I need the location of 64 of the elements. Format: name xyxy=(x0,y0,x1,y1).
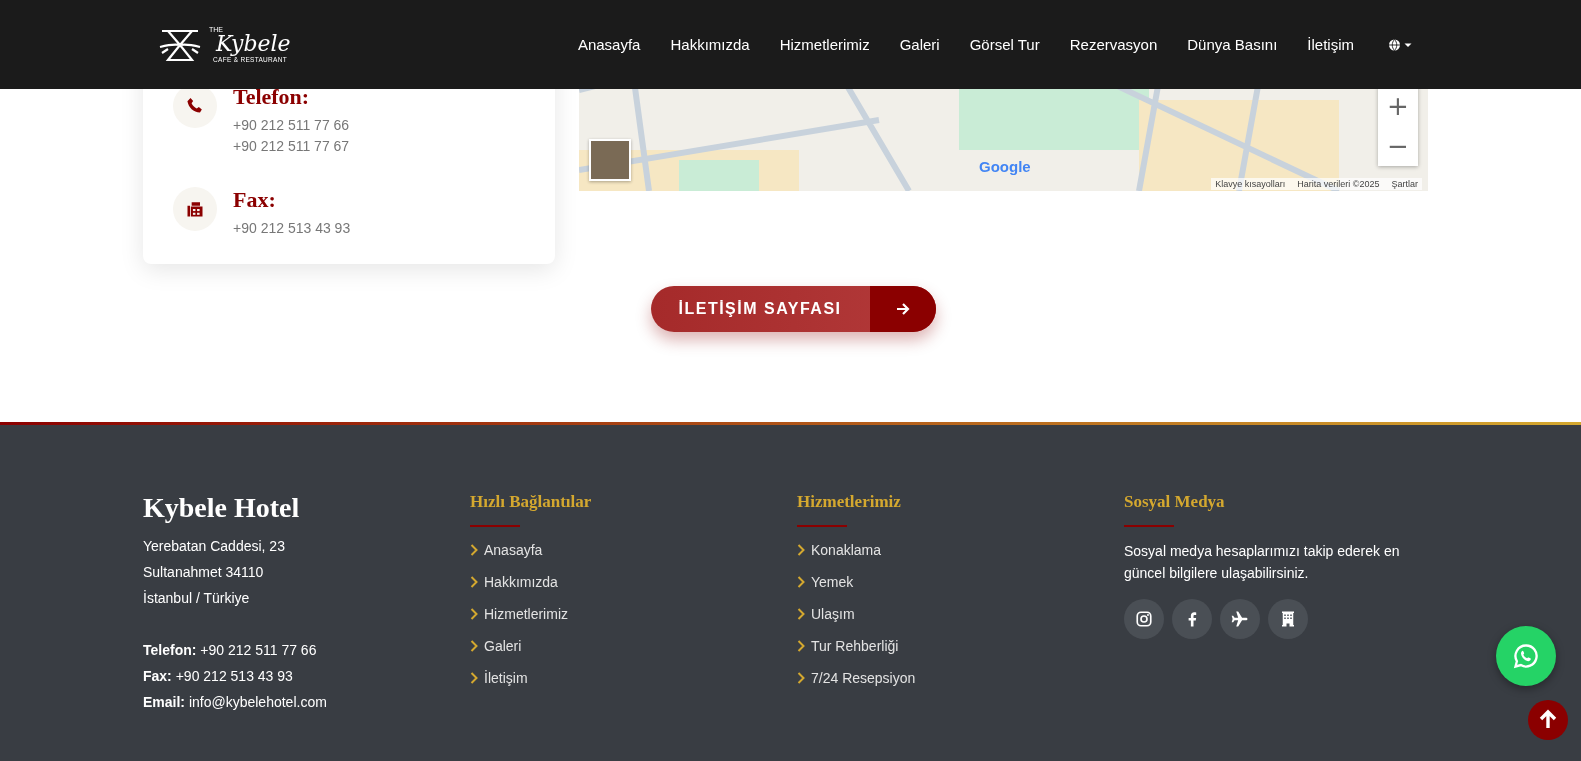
contact-text: +90 212 511 77 67 xyxy=(233,137,350,156)
arrow-right-icon xyxy=(895,303,910,315)
nav-link[interactable]: İletişim xyxy=(1307,36,1354,53)
whatsapp-icon xyxy=(1512,642,1540,670)
column-heading: Sosyal Medya xyxy=(1124,491,1226,513)
map-attribution[interactable]: Klavye kısayolları xyxy=(1215,179,1286,189)
chevron-right-icon xyxy=(797,608,805,620)
footer-link[interactable]: Tur Rehberliği xyxy=(797,636,899,656)
column-heading: Hizmetlerimiz xyxy=(797,491,902,513)
social-description: Sosyal medya hesaplarımızı takip ederek en güncel bilgilere ulaşabilirsiniz. xyxy=(1124,542,1401,583)
nav-link[interactable]: Galeri xyxy=(899,36,940,53)
social-button[interactable] xyxy=(1124,599,1164,639)
map-logo: Google xyxy=(979,158,1031,175)
contact-heading: Fax: xyxy=(233,187,277,213)
social-button[interactable] xyxy=(1172,599,1212,639)
contact-text: +90 212 511 77 66 xyxy=(233,116,350,135)
contact-line: Telefon: +90 212 511 77 66 xyxy=(143,641,318,660)
footer-link[interactable]: İletişim xyxy=(470,668,528,688)
contact-text: +90 212 513 43 93 xyxy=(233,219,351,238)
map-attribution[interactable]: Harita verileri ©2025 xyxy=(1297,179,1380,189)
contact-page-button[interactable]: İLETİŞİM SAYFASI xyxy=(650,286,936,332)
plane-icon xyxy=(1230,609,1250,629)
footer-link[interactable]: Hizmetlerimiz xyxy=(470,604,568,624)
contact-line: Fax: +90 212 513 43 93 xyxy=(143,667,294,686)
contact-line: Email: info@kybelehotel.com xyxy=(143,693,328,712)
address-line: Yerebatan Caddesi, 23 xyxy=(143,537,286,556)
nav-link[interactable]: Hakkımızda xyxy=(670,36,750,53)
address-line: İstanbul / Türkiye xyxy=(143,589,251,608)
footer-link[interactable]: Galeri xyxy=(470,636,522,656)
chevron-right-icon xyxy=(470,640,478,652)
zoom-button[interactable]: + xyxy=(1378,86,1418,126)
social-button[interactable] xyxy=(1268,599,1308,639)
footer-link[interactable]: 7/24 Resepsiyon xyxy=(797,668,916,688)
chevron-right-icon xyxy=(797,640,805,652)
nav-link[interactable]: Anasayfa xyxy=(577,36,641,53)
column-heading: Hızlı Bağlantılar xyxy=(470,491,593,513)
footer-title: Kybele Hotel xyxy=(143,491,301,525)
address-line: Sultanahmet 34110 xyxy=(143,563,265,582)
chevron-right-icon xyxy=(797,576,805,588)
language-dropdown[interactable] xyxy=(1388,38,1413,51)
footer-link[interactable]: Konaklama xyxy=(797,540,882,560)
zoom-button[interactable]: − xyxy=(1378,126,1418,166)
footer-link[interactable]: Hakkımızda xyxy=(470,572,558,592)
chevron-right-icon xyxy=(470,672,478,684)
chevron-right-icon xyxy=(470,576,478,588)
chevron-right-icon xyxy=(470,544,478,556)
footer-link[interactable]: Yemek xyxy=(797,572,854,592)
nav-link[interactable]: Dünya Basını xyxy=(1187,36,1278,53)
map-attribution[interactable]: Şartlar xyxy=(1391,179,1418,189)
building-icon xyxy=(1279,610,1297,628)
social-button[interactable] xyxy=(1220,599,1260,639)
satellite-thumbnail[interactable] xyxy=(589,139,631,181)
nav-link[interactable]: Görsel Tur xyxy=(969,36,1040,53)
footer-link[interactable]: Anasayfa xyxy=(470,540,543,560)
chevron-right-icon xyxy=(470,608,478,620)
footer-link[interactable]: Ulaşım xyxy=(797,604,855,624)
instagram-icon xyxy=(1135,610,1153,628)
nav-link[interactable]: Rezervasyon xyxy=(1069,36,1158,53)
chevron-right-icon xyxy=(797,672,805,684)
contact-heading: Telefon: xyxy=(233,84,311,110)
fax-icon xyxy=(185,199,205,219)
chevron-right-icon xyxy=(797,544,805,556)
nav-link[interactable]: Hizmetlerimiz xyxy=(779,36,870,53)
logo-text: Kybele xyxy=(215,32,291,55)
